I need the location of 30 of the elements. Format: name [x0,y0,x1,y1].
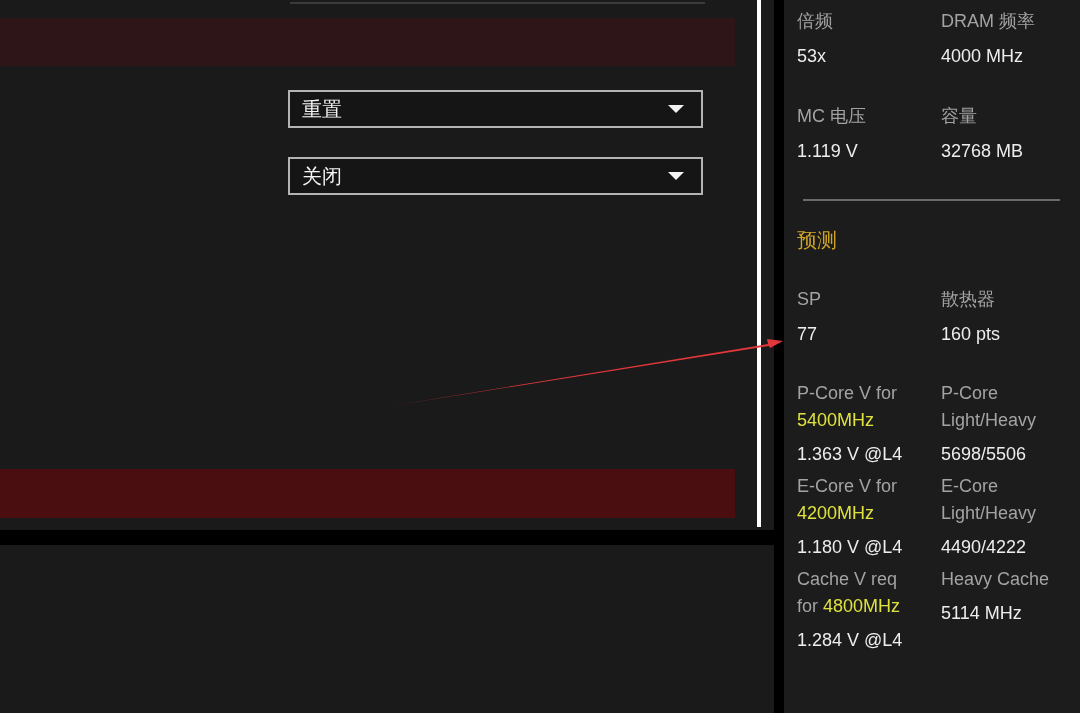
stat-label: Cache V req for 4800MHz [797,568,902,618]
dropdown[interactable]: 重置 [288,90,703,128]
stat-value: 5114 MHz [941,602,1023,625]
stat-value: 1.180 V @L4 [797,536,904,559]
stat-label: DRAM 频率 [941,10,1036,33]
stat-value: 4000 MHz [941,45,1025,68]
scrollbar[interactable] [757,0,761,527]
stat-label: 散热器 [941,288,996,311]
stat-label: 倍频 [797,10,834,33]
stat-value: 1.284 V @L4 [797,629,904,652]
stat-label: SP [797,288,822,311]
dropdown[interactable]: 关闭 [288,157,703,195]
stat-label: E-Core V for 4200MHz [797,475,899,525]
stat-value: 4490/4222 [941,536,1028,559]
stat-label: MC 电压 [797,105,867,128]
stat-value: 5698/5506 [941,443,1028,466]
stat-value: 1.363 V @L4 [797,443,904,466]
stat-label: E-Core Light/Heavy [941,475,1038,525]
stat-value: 160 pts [941,323,1002,346]
stat-value: 32768 MB [941,140,1025,163]
caret-icon [668,172,684,180]
stat-label: Heavy Cache [941,568,1051,591]
stat-value: 77 [797,323,819,346]
caret-icon [668,105,684,113]
stat-label: 容量 [941,105,978,128]
section-title: 预测 [797,228,838,253]
stat-value: 1.119 V [797,140,859,163]
stat-value: 53x [797,45,828,68]
stat-label: P-Core Light/Heavy [941,382,1038,432]
stat-label: P-Core V for 5400MHz [797,382,899,432]
